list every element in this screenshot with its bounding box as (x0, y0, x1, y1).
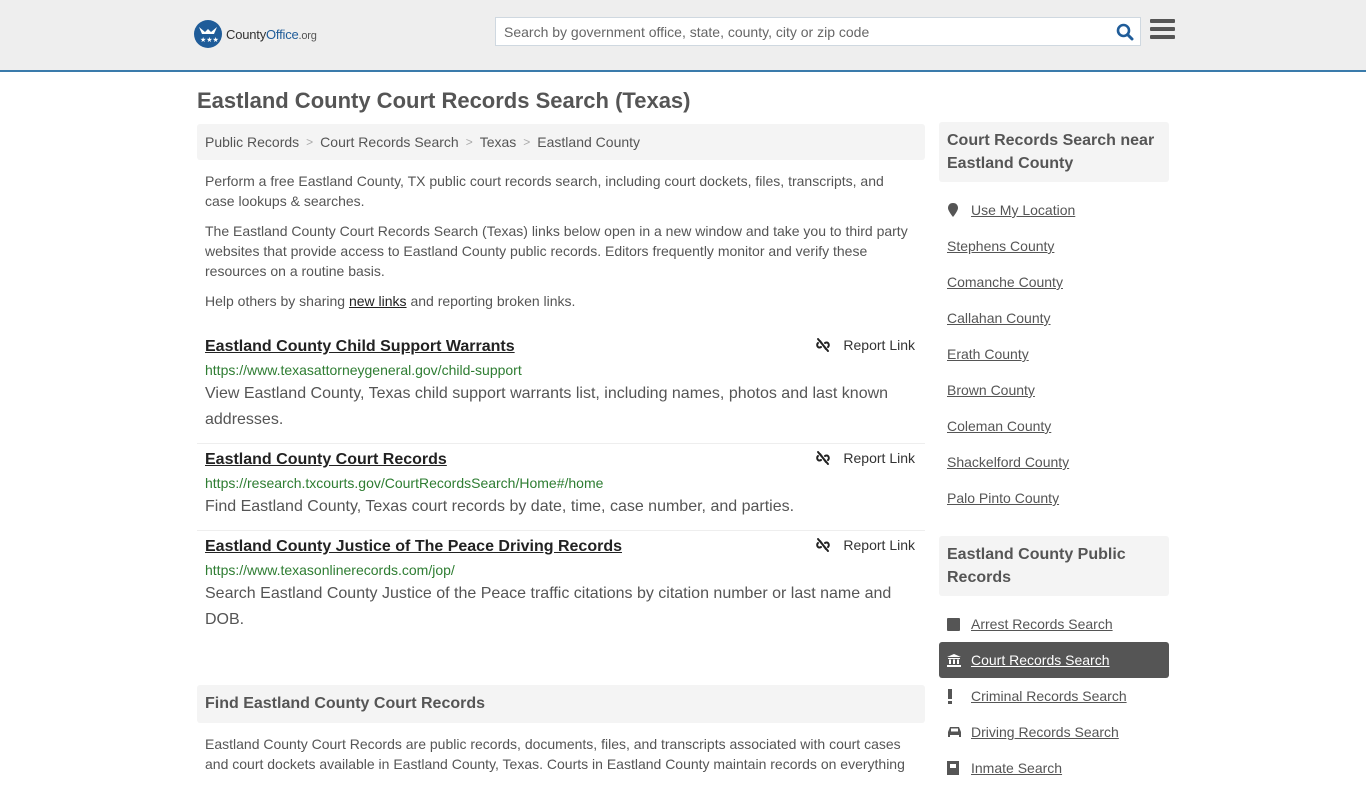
logo-text: CountyOffice.org (226, 26, 317, 42)
breadcrumb-separator: > (306, 135, 314, 149)
nearby-item: Palo Pinto County (939, 480, 1169, 516)
driving-records-link[interactable]: Driving Records Search (971, 724, 1119, 740)
courthouse-icon (947, 653, 971, 667)
search-icon (1116, 23, 1134, 40)
nearby-county-link[interactable]: Stephens County (947, 238, 1054, 254)
public-records-item-active: Court Records Search (939, 642, 1169, 678)
breadcrumb: Public Records > Court Records Search > … (197, 124, 925, 160)
nearby-item: Stephens County (939, 228, 1169, 264)
arrest-records-link[interactable]: Arrest Records Search (971, 616, 1113, 632)
intro-text: Perform a free Eastland County, TX publi… (197, 171, 925, 311)
resource-links-list: Eastland County Child Support Warrants h… (197, 331, 925, 643)
broken-link-icon (816, 338, 831, 352)
list-item: Eastland County Child Support Warrants h… (197, 331, 925, 444)
breadcrumb-eastland-county[interactable]: Eastland County (537, 134, 640, 150)
broken-link-icon (816, 538, 831, 552)
exclamation-icon (947, 688, 971, 704)
nearby-county-link[interactable]: Shackelford County (947, 454, 1069, 470)
list-item: Eastland County Justice of The Peace Dri… (197, 531, 925, 643)
page-title: Eastland County Court Records Search (Te… (197, 88, 691, 113)
breadcrumb-texas[interactable]: Texas (480, 134, 517, 150)
public-records-item: Criminal Records Search (939, 678, 1169, 714)
find-section-body: Eastland County Court Records are public… (205, 736, 905, 772)
logo-emblem-icon: ★★★ (194, 20, 222, 48)
resource-link-title[interactable]: Eastland County Child Support Warrants (205, 335, 515, 359)
nearby-heading: Court Records Search near Eastland Count… (939, 122, 1169, 182)
find-section-heading: Find Eastland County Court Records (197, 685, 925, 723)
nearby-item: Brown County (939, 372, 1169, 408)
public-records-item: Inmate Search (939, 750, 1169, 786)
search-box (495, 17, 1141, 46)
broken-link-icon (816, 451, 831, 465)
nearby-county-link[interactable]: Comanche County (947, 274, 1063, 290)
search-input[interactable] (496, 18, 1110, 45)
inmate-search-link[interactable]: Inmate Search (971, 760, 1062, 776)
main-content: Public Records > Court Records Search > … (197, 124, 925, 774)
list-item: Eastland County Court Records https://re… (197, 444, 925, 531)
search-button[interactable] (1110, 18, 1140, 45)
sidebar: Court Records Search near Eastland Count… (939, 122, 1169, 786)
nearby-item: Coleman County (939, 408, 1169, 444)
breadcrumb-separator: > (523, 135, 531, 149)
map-pin-icon (947, 202, 971, 218)
hamburger-menu-icon[interactable] (1150, 19, 1175, 41)
breadcrumb-public-records[interactable]: Public Records (205, 134, 299, 150)
nearby-item: Callahan County (939, 300, 1169, 336)
public-records-list: Arrest Records Search Court Records Sear… (939, 596, 1169, 786)
site-logo[interactable]: ★★★ CountyOffice.org (194, 20, 317, 48)
resource-link-url[interactable]: https://research.txcourts.gov/CourtRecor… (205, 472, 917, 494)
car-icon (947, 726, 971, 738)
inmate-icon (947, 761, 971, 775)
nearby-item: Comanche County (939, 264, 1169, 300)
nearby-list: Use My Location Stephens County Comanche… (939, 182, 1169, 516)
svg-text:★★★: ★★★ (200, 36, 219, 44)
resource-link-url[interactable]: https://www.texasonlinerecords.com/jop/ (205, 559, 917, 581)
resource-link-description: View Eastland County, Texas child suppor… (205, 385, 889, 428)
nearby-county-link[interactable]: Palo Pinto County (947, 490, 1059, 506)
report-link-button[interactable]: Report Link (815, 450, 915, 466)
resource-link-url[interactable]: https://www.texasattorneygeneral.gov/chi… (205, 359, 917, 381)
intro-paragraph-2: The Eastland County Court Records Search… (205, 223, 908, 279)
court-records-link[interactable]: Court Records Search (971, 652, 1110, 668)
report-link-button[interactable]: Report Link (815, 537, 915, 553)
square-icon (947, 617, 971, 631)
resource-link-title[interactable]: Eastland County Court Records (205, 448, 447, 472)
nearby-item: Erath County (939, 336, 1169, 372)
site-header: ★★★ CountyOffice.org (0, 0, 1366, 72)
public-records-item: Driving Records Search (939, 714, 1169, 750)
use-my-location-link[interactable]: Use My Location (971, 202, 1075, 218)
public-records-heading: Eastland County Public Records (939, 536, 1169, 596)
breadcrumb-court-records-search[interactable]: Court Records Search (320, 134, 459, 150)
resource-link-description: Search Eastland County Justice of the Pe… (205, 585, 892, 628)
public-records-item: Arrest Records Search (939, 606, 1169, 642)
nearby-county-link[interactable]: Brown County (947, 382, 1035, 398)
intro-paragraph-3: Help others by sharing new links and rep… (205, 293, 576, 309)
criminal-records-link[interactable]: Criminal Records Search (971, 688, 1127, 704)
nearby-item: Shackelford County (939, 444, 1169, 480)
breadcrumb-separator: > (465, 135, 473, 149)
nearby-county-link[interactable]: Callahan County (947, 310, 1051, 326)
resource-link-title[interactable]: Eastland County Justice of The Peace Dri… (205, 535, 622, 559)
new-links-link[interactable]: new links (349, 293, 407, 309)
nearby-county-link[interactable]: Erath County (947, 346, 1029, 362)
use-location-item: Use My Location (939, 192, 1169, 228)
intro-paragraph-1: Perform a free Eastland County, TX publi… (205, 173, 884, 209)
nearby-county-link[interactable]: Coleman County (947, 418, 1051, 434)
resource-link-description: Find Eastland County, Texas court record… (205, 498, 795, 515)
report-link-button[interactable]: Report Link (815, 337, 915, 353)
